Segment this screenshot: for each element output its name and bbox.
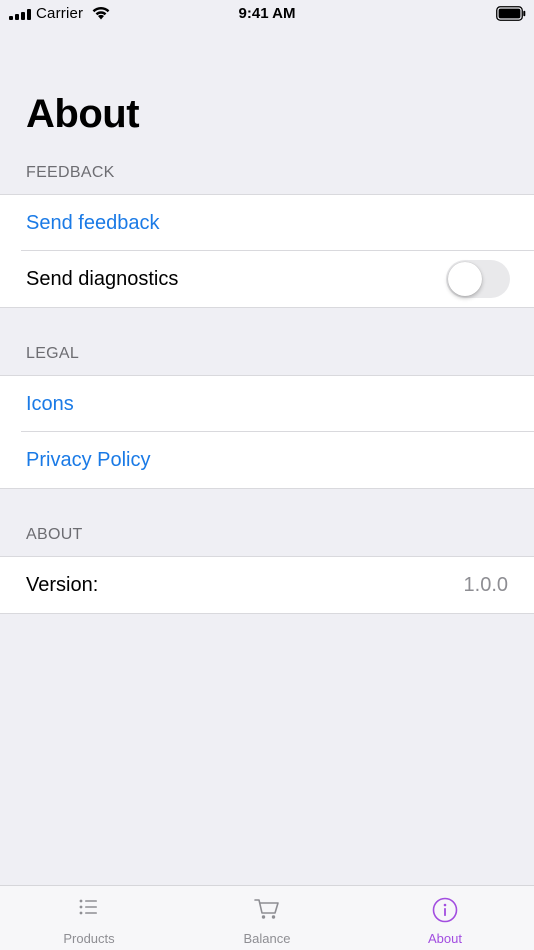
- list-icon: [79, 899, 97, 915]
- status-time: 9:41 AM: [238, 5, 296, 22]
- privacy-policy-link[interactable]: Privacy Policy: [26, 449, 150, 472]
- section-header-legal: LEGAL: [26, 345, 80, 362]
- tab-balance[interactable]: Balance: [178, 886, 356, 950]
- info-icon: [432, 897, 458, 923]
- send-feedback-link[interactable]: Send feedback: [26, 212, 159, 235]
- battery-icon: [496, 6, 526, 21]
- send-diagnostics-label: Send diagnostics: [26, 267, 179, 290]
- section-header-about: ABOUT: [26, 526, 83, 543]
- tab-about[interactable]: About: [356, 886, 534, 950]
- tab-about-label: About: [428, 931, 462, 946]
- page-title: About: [26, 92, 140, 136]
- send-feedback-row[interactable]: Send feedback: [0, 195, 534, 251]
- version-row: Version: 1.0.0: [0, 557, 534, 613]
- send-diagnostics-row: Send diagnostics: [0, 250, 534, 307]
- version-value: 1.0.0: [463, 573, 508, 596]
- tab-balance-label: Balance: [243, 931, 291, 946]
- tab-products[interactable]: Products: [0, 886, 178, 950]
- send-diagnostics-toggle[interactable]: [446, 260, 510, 298]
- tab-bar: Products Balance About: [0, 885, 534, 950]
- privacy-policy-row[interactable]: Privacy Policy: [0, 431, 534, 488]
- version-label: Version:: [26, 573, 99, 596]
- cart-icon: [254, 899, 279, 919]
- section-header-feedback: FEEDBACK: [26, 164, 115, 181]
- icons-link[interactable]: Icons: [26, 393, 74, 416]
- status-bar: Carrier 9:41 AM: [0, 0, 534, 28]
- icons-row[interactable]: Icons: [0, 376, 534, 432]
- feedback-group: Send feedback Send diagnostics: [0, 194, 534, 308]
- tab-products-label: Products: [63, 931, 115, 946]
- toggle-knob: [448, 262, 482, 296]
- about-group: Version: 1.0.0: [0, 556, 534, 614]
- legal-group: Icons Privacy Policy: [0, 375, 534, 489]
